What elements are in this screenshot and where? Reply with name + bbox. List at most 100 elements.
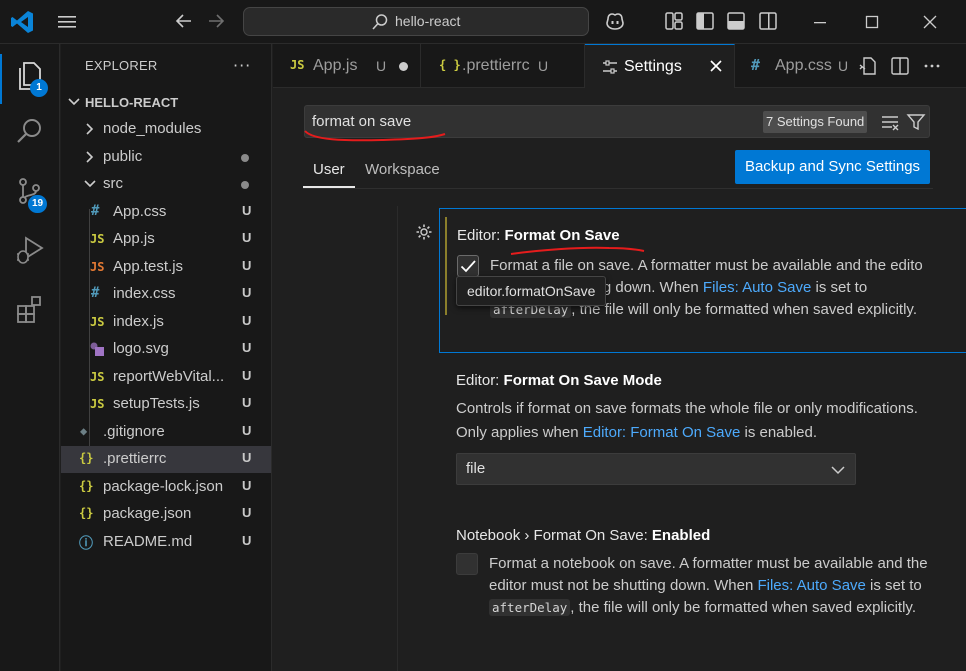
command-center-label: hello-react bbox=[395, 13, 461, 29]
modified-dot bbox=[241, 181, 249, 189]
title-bar: hello-react bbox=[0, 0, 966, 44]
more-actions-icon[interactable]: ··· bbox=[233, 56, 251, 75]
setting-format-on-save-mode: Editor: Format On Save Mode Controls if … bbox=[439, 370, 966, 490]
js-file-icon: JS bbox=[90, 315, 105, 329]
explorer-activity[interactable]: 1 bbox=[0, 48, 60, 104]
split-editor-icon[interactable] bbox=[890, 56, 910, 76]
tree-item-src[interactable]: src bbox=[61, 171, 271, 198]
back-arrow-icon[interactable] bbox=[174, 11, 194, 31]
tree-item-label: App.js bbox=[113, 230, 155, 247]
tab-user-scope[interactable]: User bbox=[313, 161, 345, 178]
tree-item-app-js[interactable]: JS App.js U bbox=[61, 226, 271, 253]
format-on-save-mode-select[interactable]: file bbox=[456, 453, 856, 485]
setting-name: Enabled bbox=[651, 527, 711, 544]
chevron-right-icon bbox=[86, 123, 94, 135]
tab-app-css[interactable]: # App.css U bbox=[735, 44, 855, 88]
tree-item-label: reportWebVital... bbox=[113, 368, 225, 385]
files-auto-save-link[interactable]: Files: Auto Save bbox=[703, 279, 811, 296]
desc-line: , the file will only be formatted when s… bbox=[571, 301, 917, 318]
tree-item-package-lock[interactable]: {} package-lock.json U bbox=[61, 474, 271, 501]
command-center-search[interactable]: hello-react bbox=[243, 7, 589, 36]
unsaved-dot[interactable] bbox=[399, 62, 408, 71]
select-value: file bbox=[466, 460, 486, 477]
setting-title: Editor: Format On Save bbox=[457, 227, 620, 244]
tree-item-index-css[interactable]: # index.css U bbox=[61, 281, 271, 308]
json-file-icon: {} bbox=[79, 451, 94, 465]
forward-arrow-icon[interactable] bbox=[206, 11, 226, 31]
tab-prettierrc[interactable]: { } .prettierrc U bbox=[421, 44, 585, 88]
tree-item-node-modules[interactable]: node_modules bbox=[61, 116, 271, 143]
js-file-icon: JS bbox=[90, 370, 105, 384]
search-icon bbox=[17, 119, 41, 143]
tree-item-public[interactable]: public bbox=[61, 144, 271, 171]
more-actions-icon[interactable] bbox=[922, 56, 942, 76]
open-settings-json-icon[interactable] bbox=[858, 56, 878, 76]
tree-item-index-js[interactable]: JS index.js U bbox=[61, 309, 271, 336]
setting-category: Editor: bbox=[457, 227, 505, 244]
explorer-sidebar: EXPLORER ··· HELLO-REACT node_modules pu… bbox=[61, 44, 272, 671]
untracked-status: U bbox=[242, 450, 252, 465]
tab-settings[interactable]: Settings bbox=[585, 44, 735, 88]
tree-item-app-test-js[interactable]: JS App.test.js U bbox=[61, 254, 271, 281]
files-auto-save-link[interactable]: Files: Auto Save bbox=[757, 577, 865, 594]
maximize-icon[interactable] bbox=[860, 10, 884, 34]
project-name: HELLO-REACT bbox=[85, 95, 179, 110]
run-debug-activity[interactable] bbox=[0, 222, 60, 278]
scope-divider bbox=[303, 188, 933, 189]
untracked-status: U bbox=[242, 230, 252, 245]
tree-item-prettierrc[interactable]: {} .prettierrc U bbox=[61, 446, 271, 473]
clear-filter-icon[interactable] bbox=[880, 112, 900, 132]
untracked-status: U bbox=[242, 285, 252, 300]
untracked-status: U bbox=[242, 533, 252, 548]
tree-item-report-web-vitals[interactable]: JS reportWebVital... U bbox=[61, 364, 271, 391]
tree-item-setup-tests[interactable]: JS setupTests.js U bbox=[61, 391, 271, 418]
settings-editor: format on save 7 Settings Found User Wor… bbox=[273, 88, 966, 671]
minimize-icon[interactable] bbox=[808, 10, 832, 34]
source-control-activity[interactable]: 19 bbox=[0, 164, 60, 220]
project-root[interactable]: HELLO-REACT bbox=[61, 89, 271, 116]
menu-icon[interactable] bbox=[56, 11, 78, 33]
copilot-icon[interactable] bbox=[604, 10, 626, 32]
setting-description: Controls if format on save formats the w… bbox=[456, 397, 966, 445]
tree-item-label: package-lock.json bbox=[103, 478, 224, 495]
tree-item-package-json[interactable]: {} package.json U bbox=[61, 501, 271, 528]
format-on-save-link[interactable]: Editor: Format On Save bbox=[583, 424, 741, 441]
tree-item-gitignore[interactable]: ◆ .gitignore U bbox=[61, 419, 271, 446]
setting-name: Format On Save bbox=[504, 227, 620, 244]
tree-item-label: src bbox=[103, 175, 123, 192]
tab-app-js[interactable]: JS App.js U bbox=[273, 44, 421, 88]
tree-item-label: App.css bbox=[113, 203, 167, 220]
desc-line: Controls if format on save formats the w… bbox=[456, 400, 918, 417]
extensions-activity[interactable] bbox=[0, 282, 60, 338]
explorer-badge: 1 bbox=[30, 79, 48, 97]
tab-label: Settings bbox=[624, 58, 682, 75]
search-activity[interactable] bbox=[0, 104, 60, 160]
setting-category: Notebook › Format On Save: bbox=[456, 527, 652, 544]
close-tab-icon[interactable] bbox=[707, 57, 725, 75]
tree-item-label: setupTests.js bbox=[113, 395, 200, 412]
js-file-icon: JS bbox=[290, 58, 305, 72]
checkmark-icon bbox=[460, 260, 476, 273]
close-icon[interactable] bbox=[918, 10, 942, 34]
untracked-status: U bbox=[242, 203, 252, 218]
toggle-panel-icon[interactable] bbox=[725, 10, 747, 32]
toggle-sidebar-icon[interactable] bbox=[694, 10, 716, 32]
filter-icon[interactable] bbox=[906, 112, 926, 132]
toggle-secondary-sidebar-icon[interactable] bbox=[757, 10, 779, 32]
layout-icon[interactable] bbox=[663, 10, 685, 32]
setting-name: Format On Save Mode bbox=[503, 372, 662, 389]
tree-item-readme[interactable]: ⓘ README.md U bbox=[61, 529, 271, 556]
untracked-status: U bbox=[242, 258, 252, 273]
notebook-format-on-save-checkbox[interactable] bbox=[456, 553, 478, 575]
js-file-icon: JS bbox=[90, 232, 105, 246]
format-on-save-checkbox[interactable] bbox=[457, 255, 479, 277]
backup-sync-button[interactable]: Backup and Sync Settings bbox=[735, 150, 930, 184]
desc-line: , the file will only be formatted when s… bbox=[570, 599, 916, 616]
tab-workspace-scope[interactable]: Workspace bbox=[365, 161, 440, 178]
tree-item-logo-svg[interactable]: logo.svg U bbox=[61, 336, 271, 363]
desc-line: is set to bbox=[811, 279, 868, 296]
svg-file-icon bbox=[90, 342, 104, 356]
tree-item-app-css[interactable]: # App.css U bbox=[61, 199, 271, 226]
active-indicator bbox=[0, 54, 2, 104]
gear-icon[interactable] bbox=[415, 223, 433, 241]
